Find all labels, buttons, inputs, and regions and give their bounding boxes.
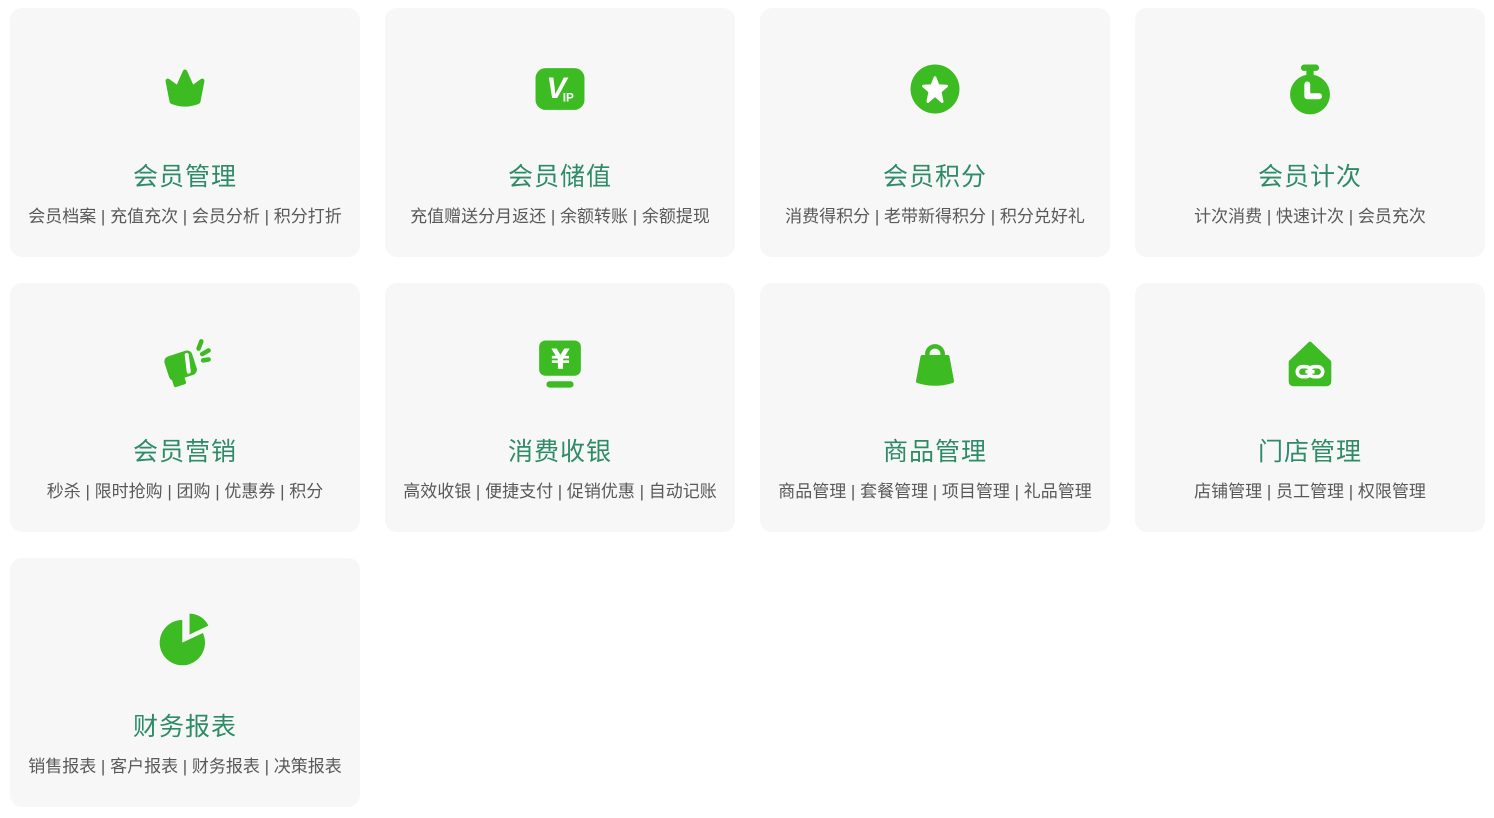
- card-title: 财务报表: [133, 714, 237, 740]
- shopping-bag-icon: [906, 335, 964, 393]
- crown-icon: [156, 60, 214, 118]
- card-title: 会员计次: [1258, 164, 1362, 190]
- card-member-management[interactable]: 会员管理 会员档案 | 充值充次 | 会员分析 | 积分打折: [10, 8, 360, 257]
- card-financial-reports[interactable]: 财务报表 销售报表 | 客户报表 | 财务报表 | 决策报表: [10, 558, 360, 807]
- card-member-points[interactable]: 会员积分 消费得积分 | 老带新得积分 | 积分兑好礼: [760, 8, 1110, 257]
- card-subtitle: 计次消费 | 快速计次 | 会员充次: [1194, 207, 1426, 227]
- card-cashier[interactable]: ¥ 消费收银 高效收银 | 便捷支付 | 促销优惠 | 自动记账: [385, 283, 735, 532]
- card-title: 消费收银: [508, 439, 612, 465]
- stopwatch-icon: [1281, 60, 1339, 118]
- card-title: 会员管理: [133, 164, 237, 190]
- star-circle-icon: [906, 60, 964, 118]
- card-subtitle: 消费得积分 | 老带新得积分 | 积分兑好礼: [785, 207, 1085, 227]
- house-link-icon: [1281, 335, 1339, 393]
- card-member-stored-value[interactable]: V IP 会员储值 充值赠送分月返还 | 余额转账 | 余额提现: [385, 8, 735, 257]
- megaphone-icon: [156, 335, 214, 393]
- card-member-marketing[interactable]: 会员营销 秒杀 | 限时抢购 | 团购 | 优惠券 | 积分: [10, 283, 360, 532]
- feature-cards-grid: 会员管理 会员档案 | 充值充次 | 会员分析 | 积分打折 V IP 会员储值…: [0, 0, 1494, 807]
- card-product-management[interactable]: 商品管理 商品管理 | 套餐管理 | 项目管理 | 礼品管理: [760, 283, 1110, 532]
- card-title: 商品管理: [883, 439, 987, 465]
- card-store-management[interactable]: 门店管理 店铺管理 | 员工管理 | 权限管理: [1135, 283, 1485, 532]
- svg-text:¥: ¥: [551, 345, 570, 376]
- card-title: 门店管理: [1258, 439, 1362, 465]
- card-subtitle: 销售报表 | 客户报表 | 财务报表 | 决策报表: [28, 757, 342, 777]
- card-title: 会员营销: [133, 439, 237, 465]
- cash-register-icon: ¥: [531, 335, 589, 393]
- pie-chart-icon: [156, 610, 214, 668]
- card-member-sessions[interactable]: 会员计次 计次消费 | 快速计次 | 会员充次: [1135, 8, 1485, 257]
- svg-text:IP: IP: [563, 92, 574, 105]
- card-subtitle: 店铺管理 | 员工管理 | 权限管理: [1194, 482, 1426, 502]
- card-title: 会员储值: [508, 164, 612, 190]
- card-subtitle: 会员档案 | 充值充次 | 会员分析 | 积分打折: [28, 207, 342, 227]
- card-subtitle: 秒杀 | 限时抢购 | 团购 | 优惠券 | 积分: [47, 482, 323, 502]
- card-title: 会员积分: [883, 164, 987, 190]
- card-subtitle: 商品管理 | 套餐管理 | 项目管理 | 礼品管理: [778, 482, 1092, 502]
- card-subtitle: 高效收银 | 便捷支付 | 促销优惠 | 自动记账: [403, 482, 717, 502]
- card-subtitle: 充值赠送分月返还 | 余额转账 | 余额提现: [410, 207, 710, 227]
- vip-icon: V IP: [531, 60, 589, 118]
